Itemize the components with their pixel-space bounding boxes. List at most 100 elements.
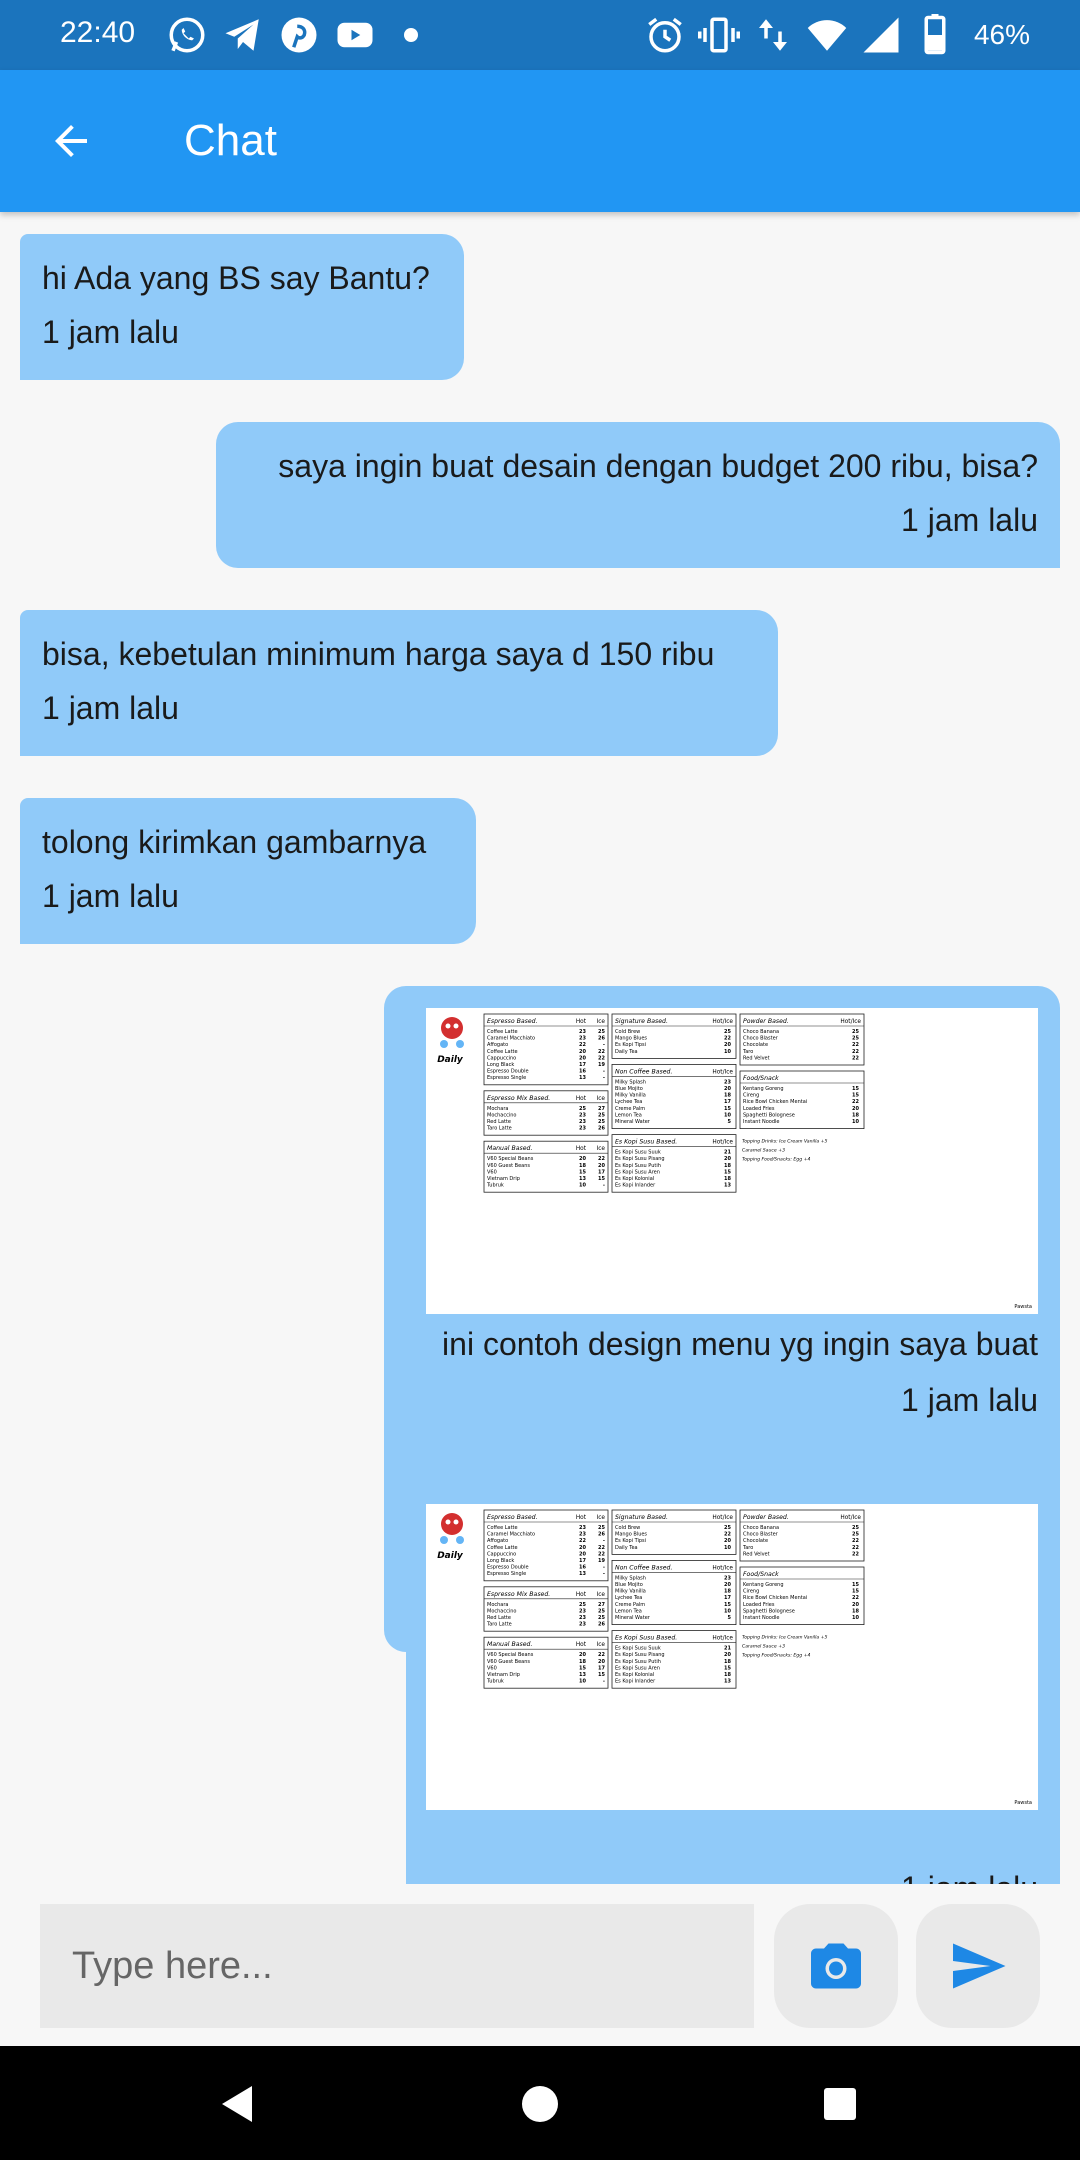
menu-item-price: 21	[724, 1150, 731, 1156]
menu-item-price: 17	[598, 1665, 605, 1671]
menu-item-price: 10	[579, 1679, 586, 1685]
menu-col-header: Hot/Ice	[840, 1515, 861, 1521]
menu-item-price: 20	[579, 1156, 586, 1162]
message-bubble[interactable]: hi Ada yang BS say Bantu? 1 jam lalu	[20, 234, 464, 380]
menu-item-name: Kentang Goreng	[743, 1086, 784, 1092]
message-bubble[interactable]: tolong kirimkan gambarnya 1 jam lalu	[20, 798, 476, 944]
message-text: saya ingin buat desain dengan budget 200…	[278, 448, 1038, 484]
menu-item-name: Cold Brew	[615, 1029, 640, 1035]
menu-item-name: Coffee Latte	[487, 1525, 518, 1531]
menu-item-name: Blue Mojito	[615, 1582, 643, 1588]
menu-item-price: 20	[598, 1659, 605, 1665]
menu-item-price: 15	[724, 1602, 731, 1608]
menu-item-name: Espresso Single	[487, 1571, 526, 1577]
menu-item-price: 25	[852, 1532, 859, 1538]
message-input[interactable]	[40, 1904, 754, 2028]
menu-item-price: 23	[579, 1615, 586, 1621]
menu-item-name: Red Latte	[487, 1615, 511, 1621]
arrow-back-icon	[55, 125, 87, 157]
menu-item-price: 22	[852, 1551, 859, 1557]
menu-item-name: Cappuccino	[487, 1055, 516, 1061]
menu-item-price: 25	[579, 1602, 586, 1608]
menu-item-name: V60 Guest Beans	[487, 1163, 530, 1169]
nav-recents-button[interactable]	[812, 2076, 868, 2132]
menu-item-name: Espresso Single	[487, 1075, 526, 1081]
menu-section-title: Non Coffee Based.	[615, 1068, 672, 1075]
message-bubble[interactable]: saya ingin buat desain dengan budget 200…	[216, 422, 1060, 568]
image-message-bubble[interactable]: Daily Espresso Based. Hot Ice Coffee Latte 23…	[406, 1482, 1060, 1884]
message-text: tolong kirimkan gambarnya	[42, 824, 427, 860]
menu-item-price: 13	[724, 1679, 731, 1685]
system-icons: 46%	[644, 14, 1030, 56]
menu-item-price: 17	[579, 1558, 586, 1564]
menu-item-price: 22	[852, 1055, 859, 1061]
menu-col-header: Hot/Ice	[840, 1019, 861, 1025]
back-button[interactable]	[36, 106, 106, 176]
menu-item-name: Mochaccino	[487, 1608, 516, 1614]
menu-image-svg: Daily Espresso Based. Hot Ice Coffee Latte 23…	[437, 1013, 1032, 1310]
menu-col-header: Hot/Ice	[712, 1565, 733, 1571]
menu-section-title: Espresso Mix Based.	[487, 1591, 550, 1598]
menu-image[interactable]: Daily Espresso Based. Hot Ice Coffee Latte 23…	[426, 1008, 1038, 1314]
menu-item-name: Coffee Latte	[487, 1545, 518, 1551]
menu-item-name: Lychee Tea	[615, 1099, 642, 1105]
menu-item-name: Daily Tea	[615, 1049, 638, 1055]
menu-item-price: 15	[579, 1169, 586, 1175]
menu-item-price: 18	[579, 1659, 586, 1665]
chat-list[interactable]: hi Ada yang BS say Bantu? 1 jam lalu say…	[0, 212, 1080, 1884]
menu-item-name: Lychee Tea	[615, 1595, 642, 1601]
menu-item-price: 26	[598, 1532, 605, 1538]
menu-item-name: Spaghetti Bolognese	[743, 1112, 795, 1118]
menu-item-price: 22	[579, 1538, 586, 1544]
menu-item-price: 15	[852, 1582, 859, 1588]
menu-item-price: 23	[579, 1126, 586, 1132]
menu-item-price: 23	[579, 1036, 586, 1042]
menu-item-name: Es Kopi Susu Putih	[615, 1163, 661, 1169]
camera-button[interactable]	[774, 1904, 898, 2028]
menu-item-name: Caramel Macchiato	[487, 1532, 535, 1538]
menu-image[interactable]: Daily Espresso Based. Hot Ice Coffee Latte 23…	[426, 1504, 1038, 1810]
menu-section-title: Signature Based.	[615, 1513, 668, 1521]
nav-back-button[interactable]	[210, 2076, 266, 2132]
send-button[interactable]	[916, 1904, 1040, 2028]
menu-item-name: Es Kopi Tipsi	[615, 1042, 646, 1048]
menu-item-price: 10	[852, 1615, 859, 1621]
menu-item-name: Mineral Water	[615, 1615, 651, 1621]
battery-icon	[924, 14, 946, 55]
menu-note: Topping Drinks: Ice Cream Vanilla +5	[742, 1635, 827, 1641]
menu-item-name: Creme Palm	[615, 1106, 645, 1112]
menu-col-header: Hot	[576, 1515, 587, 1521]
menu-item-price: 15	[724, 1665, 731, 1671]
menu-col-header: Hot/Ice	[712, 1069, 733, 1075]
menu-item-price: 22	[598, 1156, 605, 1162]
menu-item-name: Vietnam Drip	[487, 1672, 520, 1678]
menu-item-name: Cireng	[743, 1093, 759, 1099]
menu-section-title: Food/Snack	[743, 1571, 779, 1578]
menu-col-header: Hot/Ice	[712, 1140, 733, 1146]
menu-item-price: 13	[579, 1571, 586, 1577]
menu-item-name: Red Latte	[487, 1119, 511, 1125]
menu-item-price: 18	[852, 1112, 859, 1118]
menu-item-name: Milky Vanilla	[615, 1093, 646, 1099]
menu-item-price: 18	[724, 1163, 731, 1169]
menu-item-name: V60	[487, 1169, 497, 1175]
menu-item-name: Es Kopi Susu Aren	[615, 1665, 660, 1671]
message-bubble[interactable]: bisa, kebetulan minimum harga saya d 150…	[20, 610, 778, 756]
menu-item-name: Milky Vanilla	[615, 1589, 646, 1595]
menu-item-price: 20	[579, 1551, 586, 1557]
menu-logo	[440, 1017, 464, 1048]
menu-item-name: Mochara	[487, 1602, 508, 1608]
menu-item-name: Coffee Latte	[487, 1049, 518, 1055]
nav-recents-icon	[824, 2088, 856, 2120]
nav-home-button[interactable]	[512, 2076, 568, 2132]
menu-item-price: -	[603, 1069, 605, 1075]
menu-item-price: 20	[598, 1163, 605, 1169]
menu-item-name: Es Kopi Susu Suuk	[615, 1150, 661, 1156]
send-icon	[953, 1943, 1006, 1989]
menu-col-header: Hot	[576, 1019, 587, 1025]
app-bar: Chat	[0, 70, 1080, 212]
nav-home-icon	[522, 2086, 558, 2122]
menu-item-price: 18	[852, 1608, 859, 1614]
menu-note: Topping Food/Snacks: Egg +4	[742, 1157, 810, 1163]
menu-item-name: Rice Bowl Chicken Mentai	[743, 1595, 807, 1601]
